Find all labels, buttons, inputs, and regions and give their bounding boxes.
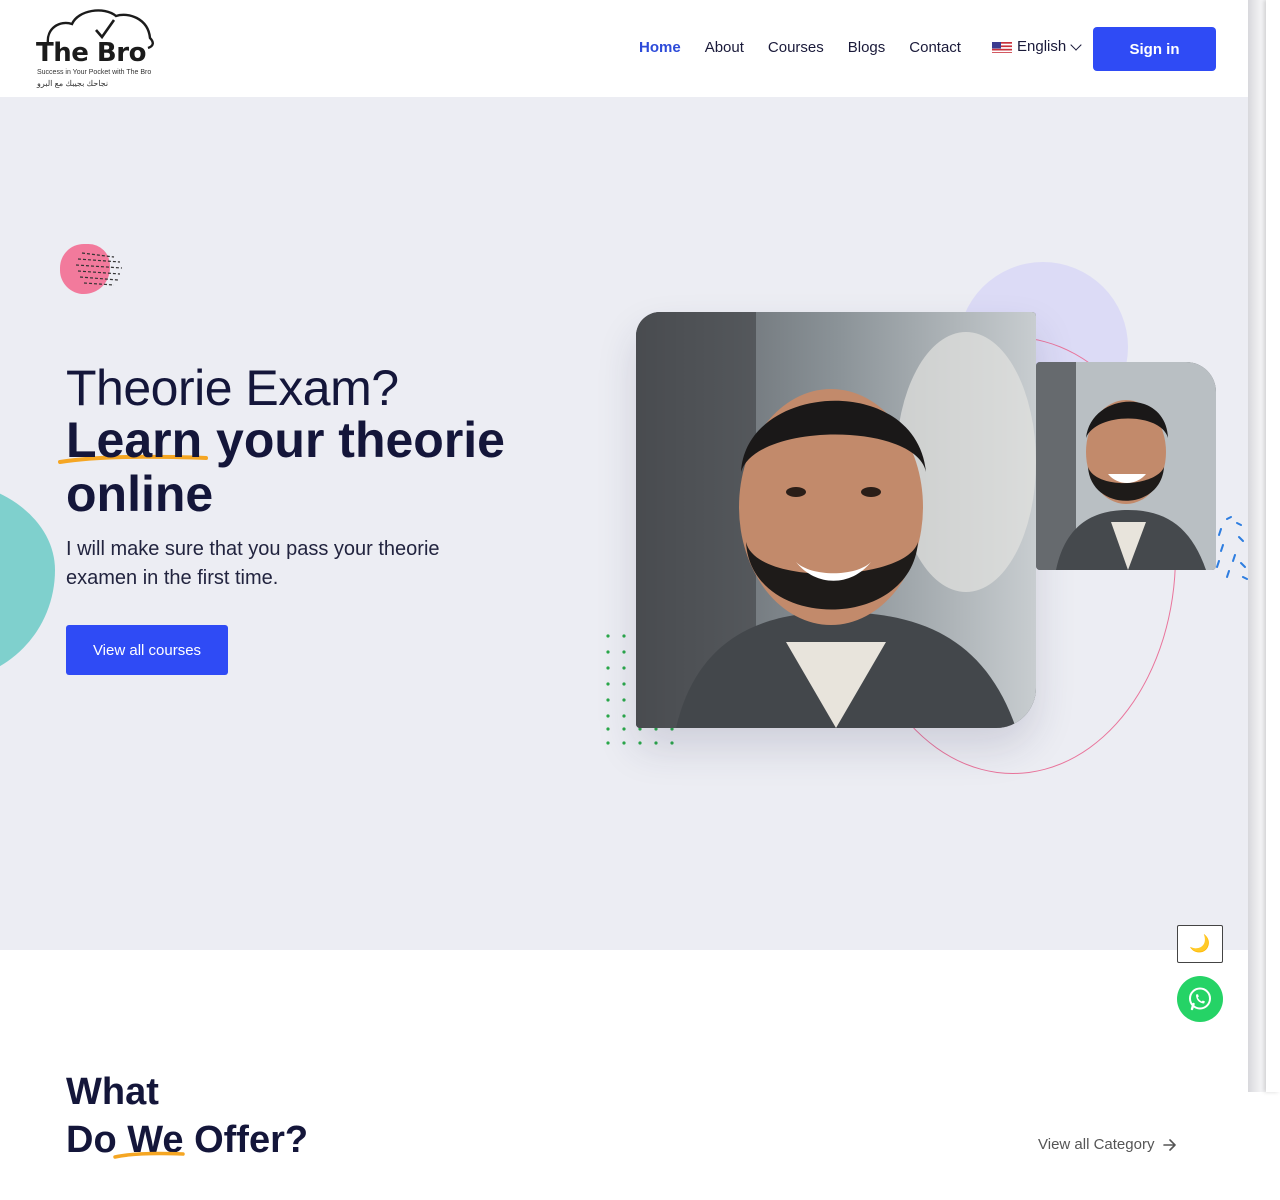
hero-heading-main: Learn your theorie online — [66, 412, 505, 522]
view-all-category-link[interactable]: View all Category — [1038, 1136, 1178, 1153]
nav-blogs[interactable]: Blogs — [848, 38, 886, 58]
hero-portrait-large — [636, 312, 1036, 728]
nav-home[interactable]: Home — [639, 38, 681, 58]
decor-underline — [113, 1151, 185, 1159]
site-header: The Bro Success in Your Pocket with The … — [0, 0, 1248, 97]
hero-section: Theorie Exam? Learn your theorie online … — [0, 97, 1248, 950]
whatsapp-button[interactable] — [1177, 976, 1223, 1022]
main-nav: Home About Courses Blogs Contact — [639, 38, 985, 58]
hero-portrait-small — [1036, 362, 1216, 570]
moon-icon: 🌙 — [1189, 934, 1211, 953]
language-label: English — [1017, 38, 1067, 55]
view-all-category-label: View all Category — [1038, 1136, 1155, 1153]
decor-dash-pattern — [75, 252, 123, 286]
nav-contact[interactable]: Contact — [909, 38, 961, 58]
offer-heading-line2: Do We Offer? — [66, 1119, 309, 1161]
logo[interactable]: The Bro Success in Your Pocket with The … — [34, 8, 160, 92]
nav-courses[interactable]: Courses — [768, 38, 824, 58]
dark-mode-toggle[interactable]: 🌙 — [1177, 925, 1223, 963]
language-selector[interactable]: English — [992, 38, 1082, 55]
offer-heading-line1: What — [66, 1071, 159, 1113]
offer-heading: What Do We Offer? — [66, 1068, 308, 1164]
decor-blue-spray — [1216, 516, 1248, 580]
decor-teal-blob — [0, 480, 55, 680]
arrow-right-icon — [1163, 1138, 1177, 1151]
logo-tagline-arabic: نجاحك بجيبك مع البرو — [37, 79, 109, 88]
scroll-panel-edge — [1266, 0, 1280, 1092]
whatsapp-icon — [1189, 987, 1211, 1011]
logo-tagline: Success in Your Pocket with The Bro — [37, 69, 152, 76]
logo-title: The Bro — [36, 38, 146, 68]
hero-heading-intro: Theorie Exam? — [66, 360, 399, 416]
hero-subtitle: I will make sure that you pass your theo… — [66, 538, 440, 589]
nav-about[interactable]: About — [705, 38, 744, 58]
us-flag-icon — [992, 41, 1012, 53]
view-all-courses-button[interactable]: View all courses — [66, 625, 228, 675]
sign-in-button[interactable]: Sign in — [1093, 27, 1216, 71]
chevron-down-icon — [1070, 38, 1082, 51]
